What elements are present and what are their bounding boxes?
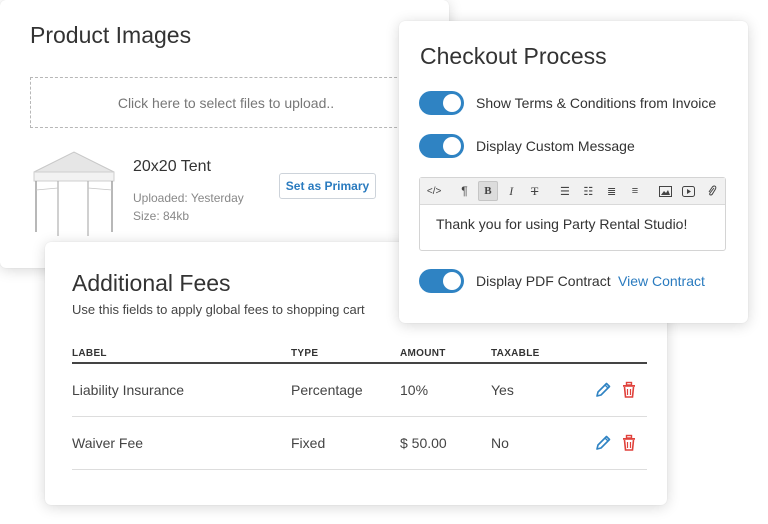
pdf-contract-toggle-label: Display PDF Contract (476, 273, 611, 289)
image-uploaded: Uploaded: Yesterday (133, 191, 244, 205)
image-icon[interactable] (655, 181, 675, 201)
product-images-card: Product Images Click here to select file… (0, 0, 449, 268)
file-upload-dropzone[interactable]: Click here to select files to upload.. (30, 77, 422, 128)
column-header-amount: AMOUNT (400, 348, 446, 359)
trash-icon[interactable] (620, 433, 638, 453)
indent-icon[interactable]: ≡ (625, 181, 645, 201)
pdf-contract-toggle[interactable] (419, 269, 464, 293)
numbered-list-icon[interactable]: ☷ (578, 181, 598, 201)
column-header-taxable: TAXABLE (491, 348, 540, 359)
set-primary-button[interactable]: Set as Primary (279, 173, 376, 199)
table-row: Liability Insurance Percentage 10% Yes (72, 364, 647, 417)
strikethrough-icon[interactable]: T (524, 181, 544, 201)
fee-type: Fixed (291, 435, 326, 451)
outdent-icon[interactable]: ≣ (601, 181, 621, 201)
custom-message-editor: </> ¶ B I T ☰ ☷ ≣ ≡ Thank you for using … (419, 177, 726, 251)
custom-message-toggle-label: Display Custom Message (476, 138, 635, 154)
editor-toolbar: </> ¶ B I T ☰ ☷ ≣ ≡ (420, 178, 725, 205)
code-icon[interactable]: </> (424, 181, 444, 201)
edit-icon[interactable] (594, 380, 612, 400)
column-header-type: TYPE (291, 348, 319, 359)
terms-toggle-label: Show Terms & Conditions from Invoice (476, 95, 717, 111)
image-size: Size: 84kb (133, 209, 190, 223)
editor-content[interactable]: Thank you for using Party Rental Studio! (420, 205, 725, 243)
fee-taxable: No (491, 435, 509, 451)
italic-icon[interactable]: I (501, 181, 521, 201)
checkout-process-title: Checkout Process (420, 43, 607, 69)
view-contract-link[interactable]: View Contract (618, 273, 705, 289)
tent-thumbnail (33, 151, 115, 236)
image-name: 20x20 Tent (133, 158, 211, 175)
paragraph-icon[interactable]: ¶ (454, 181, 474, 201)
additional-fees-title: Additional Fees (72, 270, 231, 296)
attachment-icon[interactable] (702, 181, 722, 201)
fee-taxable: Yes (491, 382, 514, 398)
upload-placeholder: Click here to select files to upload.. (117, 94, 335, 111)
fee-label: Liability Insurance (72, 382, 185, 398)
terms-toggle[interactable] (419, 91, 464, 115)
fee-amount: 10% (400, 382, 429, 398)
custom-message-toggle[interactable] (419, 134, 464, 158)
bold-icon[interactable]: B (477, 181, 499, 201)
additional-fees-subtitle: Use this fields to apply global fees to … (72, 302, 365, 317)
video-icon[interactable] (678, 181, 698, 201)
fee-type: Percentage (291, 382, 363, 398)
bullet-list-icon[interactable]: ☰ (555, 181, 575, 201)
table-row: Waiver Fee Fixed $ 50.00 No (72, 417, 647, 470)
table-header: LABEL TYPE AMOUNT TAXABLE (72, 348, 647, 364)
checkout-process-card: Checkout Process Show Terms & Conditions… (399, 21, 748, 323)
fees-table: LABEL TYPE AMOUNT TAXABLE Liability Insu… (72, 348, 647, 470)
column-header-label: LABEL (72, 348, 107, 359)
edit-icon[interactable] (594, 433, 612, 453)
fee-amount: $ 50.00 (400, 435, 447, 451)
product-images-title: Product Images (30, 22, 192, 48)
fee-label: Waiver Fee (72, 435, 144, 451)
trash-icon[interactable] (620, 380, 638, 400)
